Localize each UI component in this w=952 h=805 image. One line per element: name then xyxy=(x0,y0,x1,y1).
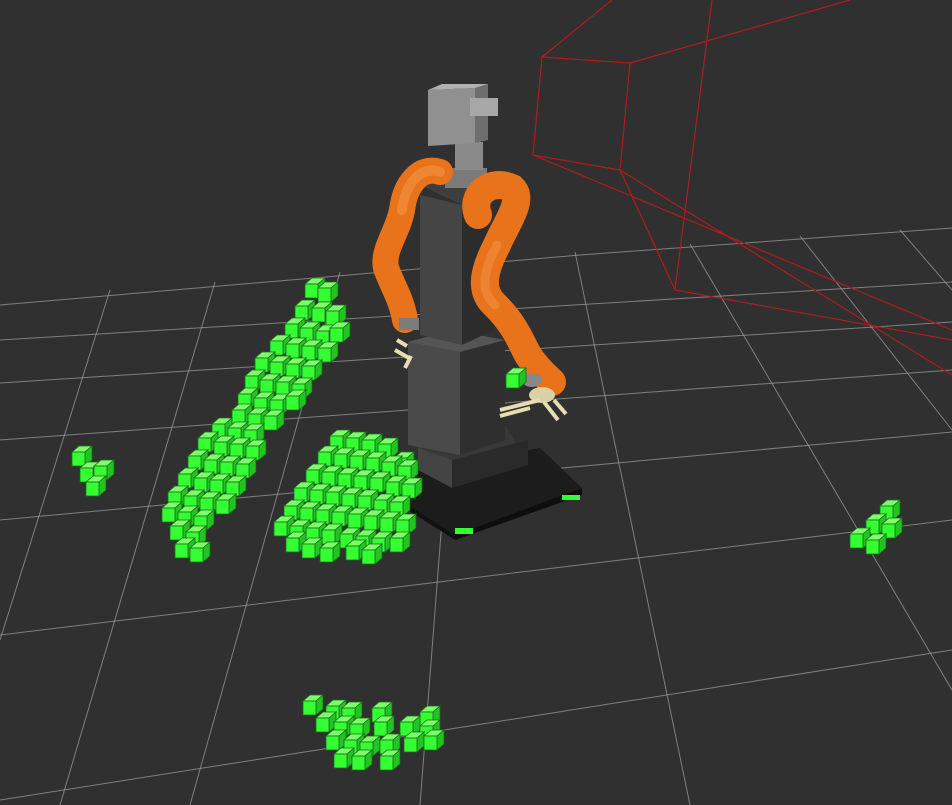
voxel xyxy=(225,475,247,497)
voxel xyxy=(373,715,395,737)
grid-line xyxy=(0,649,952,801)
grid-line xyxy=(0,519,952,636)
voxel xyxy=(285,389,307,411)
voxel xyxy=(302,694,324,716)
frustum-near-plane xyxy=(532,56,631,171)
frustum-edge xyxy=(674,289,952,341)
voxel xyxy=(215,493,237,515)
voxel xyxy=(401,477,423,499)
voxel xyxy=(379,749,401,771)
voxel xyxy=(389,531,411,553)
voxel xyxy=(325,729,347,751)
voxel xyxy=(235,457,257,479)
voxel xyxy=(317,341,339,363)
voxel xyxy=(301,537,323,559)
voxel xyxy=(315,711,337,733)
front-cluster xyxy=(302,694,445,771)
floating-voxel xyxy=(505,367,527,389)
small-left-cluster xyxy=(71,445,115,497)
grid-line xyxy=(574,251,691,805)
scene-canvas[interactable] xyxy=(0,0,952,805)
voxel xyxy=(189,541,211,563)
frustum-edge xyxy=(619,169,676,291)
voxel xyxy=(395,513,417,535)
voxel xyxy=(263,409,285,431)
voxel xyxy=(319,541,341,563)
frustum-edge xyxy=(619,169,952,376)
frustum-edge xyxy=(629,0,851,64)
voxel xyxy=(321,523,343,545)
voxel xyxy=(301,359,323,381)
voxel xyxy=(865,533,887,555)
voxel xyxy=(333,747,355,769)
voxel xyxy=(351,749,373,771)
grid-line xyxy=(689,243,952,691)
voxel xyxy=(245,439,267,461)
small-right-cluster xyxy=(849,499,903,555)
3d-viewport[interactable] xyxy=(0,0,952,805)
mound-cluster xyxy=(273,429,423,565)
voxel xyxy=(361,543,383,565)
frustum-edge xyxy=(541,0,613,58)
grid-line xyxy=(799,235,952,431)
grid-line xyxy=(579,227,952,256)
voxel xyxy=(403,731,425,753)
voxel xyxy=(329,321,351,343)
voxel xyxy=(85,475,107,497)
voxel xyxy=(317,281,339,303)
grid-line xyxy=(899,229,952,291)
camera-frustum xyxy=(532,0,952,376)
voxel xyxy=(423,729,445,751)
voxel xyxy=(505,367,527,389)
